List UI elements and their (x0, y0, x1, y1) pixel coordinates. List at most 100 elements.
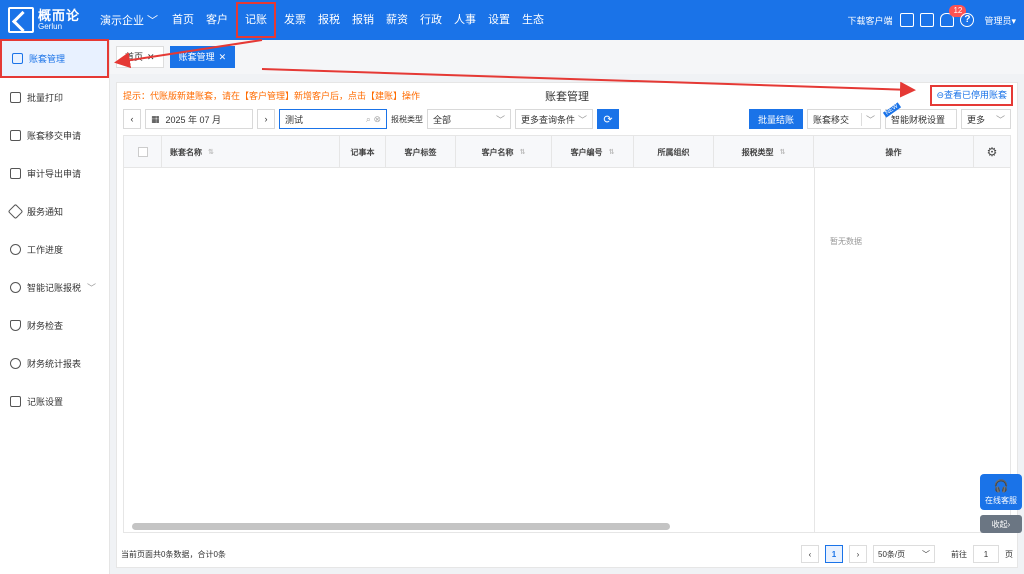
ledger-icon (12, 53, 23, 64)
sidebar-item-batch-print[interactable]: 批量打印 (0, 78, 109, 116)
page-title: 账套管理 (545, 91, 589, 103)
sidebar-item-finance-report[interactable]: 财务统计报表 (0, 344, 109, 382)
close-icon[interactable]: ✕ (219, 46, 227, 68)
brand-logo[interactable]: 概而论 Gerlun (0, 7, 92, 33)
view-stopped-ledgers-button[interactable]: ⊖查看已停用账套 (930, 85, 1013, 106)
clipboard-icon[interactable] (920, 13, 935, 27)
search-input[interactable]: 测试 ⌕ ⊗ (279, 109, 387, 129)
sort-icon: ⇅ (608, 149, 615, 156)
select-all-checkbox[interactable] (137, 147, 148, 157)
smart-tax-settings-button[interactable]: NEW 智能财税设置 (882, 102, 957, 129)
filter-toolbar: ‹ ▦ 2025 年 07 月 › 测试 ⌕ ⊗ 报税类型 全部 ﹀ 更多查询条件 ﹀ … (123, 102, 1011, 131)
nav-home[interactable]: 首页 (166, 0, 200, 40)
page-size-select[interactable]: 50条/页 ﹀ (873, 545, 935, 563)
column-customer-name[interactable]: 客户名称 ⇅ (456, 136, 552, 168)
sort-icon: ⇅ (519, 149, 526, 156)
shield-icon (10, 319, 21, 331)
column-settings-cell: ⚙ (974, 136, 1010, 168)
nav-ecosystem[interactable]: 生态 (516, 0, 550, 40)
close-icon[interactable]: ✕ (147, 46, 155, 68)
prev-page-button[interactable]: ‹ (801, 545, 819, 563)
check-circle-icon (10, 243, 21, 255)
top-navigation-bar: 概而论 Gerlun 演示企业 ﹀ 首页 客户 记账 发票 报税 报销 薪资 行… (0, 0, 1024, 40)
prev-month-button[interactable]: ‹ (123, 109, 141, 129)
goto-page-input[interactable]: 1 (973, 545, 999, 563)
printer-icon (10, 91, 21, 103)
company-switcher[interactable]: 演示企业 ﹀ (100, 12, 158, 28)
column-customer-code[interactable]: 客户编号 ⇅ (552, 136, 634, 168)
collapse-button[interactable]: 收起 › (980, 515, 1022, 533)
calendar-icon: ▦ (151, 113, 160, 124)
sidebar-item-bookkeeping-settings[interactable]: 记账设置 (0, 382, 109, 420)
settings-icon (10, 395, 21, 407)
nav-bookkeeping[interactable]: 记账 (236, 2, 276, 38)
more-conditions-button[interactable]: 更多查询条件 ﹀ (515, 109, 593, 129)
column-organization: 所属组织 (634, 136, 714, 168)
chevron-down-icon[interactable]: ﹀ (860, 112, 875, 126)
nav-invoice[interactable]: 发票 (278, 0, 312, 40)
export-icon (10, 167, 21, 179)
sidebar-item-ledger-management[interactable]: 账套管理 (0, 39, 109, 78)
nav-customer[interactable]: 客户 (200, 0, 234, 40)
column-notebook: 记事本 (340, 136, 386, 168)
nav-payroll[interactable]: 薪资 (380, 0, 414, 40)
sidebar-item-service-notice[interactable]: 服务通知 (0, 192, 109, 230)
gear-icon[interactable]: ⚙ (987, 145, 998, 159)
pie-chart-icon (10, 357, 21, 369)
headset-icon: 🎧 (993, 478, 1009, 493)
nav-hr[interactable]: 人事 (448, 0, 482, 40)
table-header: 账套名称 ⇅ 记事本 客户标签 客户名称 ⇅ 客户编号 ⇅ 所属组织 报税类型 ⇅ 操作… (124, 136, 1010, 168)
sidebar-item-ledger-transfer[interactable]: 账套移交申请 (0, 116, 109, 154)
tax-type-select[interactable]: 全部 ﹀ (427, 109, 511, 129)
download-client-link[interactable]: 下载客户端 (847, 14, 892, 27)
tab-home[interactable]: 首页 ✕ (116, 46, 164, 68)
ledger-panel: 提示：代账版新建账套，请在【客户管理】新增客户后，点击【建账】操作 账套管理 ⊖… (116, 82, 1018, 568)
nav-tax[interactable]: 报税 (312, 0, 346, 40)
tax-type-label: 报税类型 (391, 114, 423, 124)
nav-expense[interactable]: 报销 (346, 0, 380, 40)
sidebar: 账套管理 批量打印 账套移交申请 审计导出申请 服务通知 工作进度 智能记账报税… (0, 39, 110, 574)
chevron-down-icon: ﹀ (922, 549, 930, 559)
tab-ledger-management[interactable]: 账套管理 ✕ (169, 46, 236, 68)
sidebar-item-work-progress[interactable]: 工作进度 (0, 230, 109, 268)
chevron-down-icon: ﹀ (495, 114, 505, 125)
nav-admin[interactable]: 行政 (414, 0, 448, 40)
sidebar-item-audit-export[interactable]: 审计导出申请 (0, 154, 109, 192)
search-icon: ⌕ (365, 113, 371, 124)
horizontal-scrollbar[interactable] (132, 523, 670, 530)
clear-icon[interactable]: ⊗ (373, 114, 381, 124)
refresh-button[interactable]: ⟳ (597, 109, 619, 129)
help-icon[interactable]: ? (960, 13, 975, 27)
batch-close-button[interactable]: 批量结账 (749, 109, 803, 129)
top-right-tools: 下载客户端 12 ? 管理员▾ (847, 5, 1024, 27)
scan-icon[interactable] (900, 13, 915, 27)
main-nav: 首页 客户 记账 发票 报税 报销 薪资 行政 人事 设置 生态 (166, 0, 550, 40)
actions-column-divider (814, 168, 815, 532)
sidebar-item-finance-check[interactable]: 财务检查 (0, 306, 109, 344)
nav-settings[interactable]: 设置 (482, 0, 516, 40)
online-service-button[interactable]: 🎧 在线客服 (980, 474, 1022, 510)
page-unit-label: 页 (1005, 549, 1013, 559)
column-customer-tag: 客户标签 (386, 136, 456, 168)
page-button[interactable]: 1 (825, 545, 843, 563)
bell-icon[interactable]: 12 (940, 5, 967, 27)
ledger-transfer-button[interactable]: 账套移交 ﹀ (807, 109, 881, 129)
smart-icon (10, 281, 21, 293)
next-month-button[interactable]: › (257, 109, 275, 129)
ledger-table: 账套名称 ⇅ 记事本 客户标签 客户名称 ⇅ 客户编号 ⇅ 所属组织 报税类型 ⇅ 操作… (123, 135, 1011, 533)
pagination: ‹ 1 › 50条/页 ﹀ 前往 1 页 (801, 545, 1013, 563)
column-ledger-name[interactable]: 账套名称 ⇅ (162, 136, 340, 168)
select-all-checkbox-cell (124, 136, 162, 168)
page-tabs: 首页 ✕ 账套管理 ✕ (110, 40, 1024, 74)
next-page-button[interactable]: › (849, 545, 867, 563)
summary-text: 当前页面共0条数据，合计0条 (121, 549, 226, 559)
column-tax-type[interactable]: 报税类型 ⇅ (714, 136, 814, 168)
table-footer: 当前页面共0条数据，合计0条 ‹ 1 › 50条/页 ﹀ 前往 1 页 (121, 543, 1013, 565)
sort-icon: ⇅ (208, 149, 214, 156)
chevron-down-icon: ﹀ (577, 114, 587, 125)
hint-text: 提示：代账版新建账套，请在【客户管理】新增客户后，点击【建账】操作 (123, 91, 421, 101)
user-menu[interactable]: 管理员▾ (984, 14, 1016, 27)
month-picker[interactable]: ▦ 2025 年 07 月 (145, 109, 253, 129)
sidebar-item-smart-tax[interactable]: 智能记账报税 ﹀ (0, 268, 109, 306)
more-button[interactable]: 更多 ﹀ (961, 109, 1011, 129)
